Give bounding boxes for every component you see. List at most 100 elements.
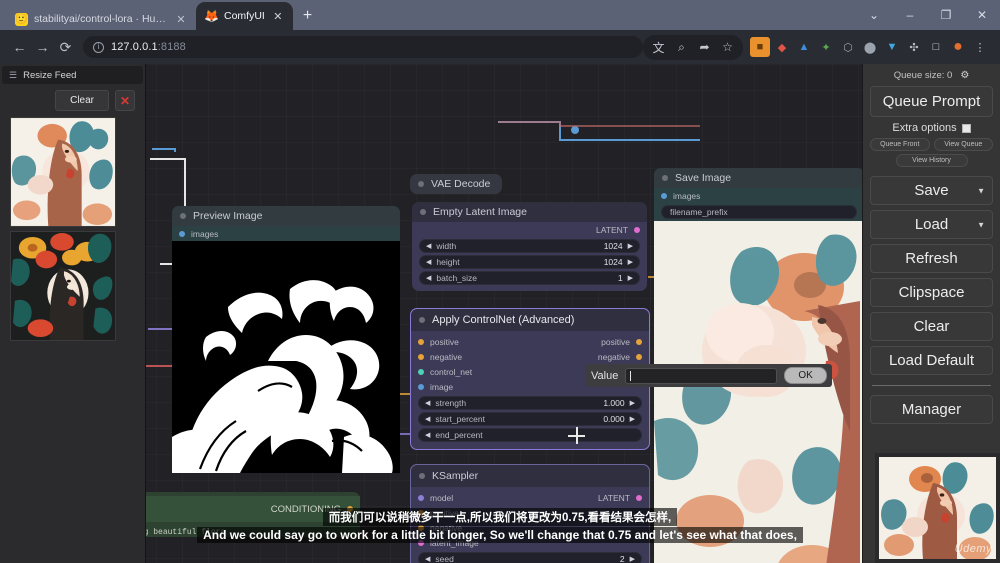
widget-filename-prefix[interactable]: filename_prefix [661, 205, 857, 219]
node-input-images[interactable]: images [172, 226, 400, 241]
close-icon[interactable]: ✕ [964, 0, 1000, 30]
maximize-icon[interactable]: ❐ [928, 0, 964, 30]
node-collapse-dot[interactable] [180, 213, 186, 219]
new-tab-button[interactable]: + [293, 7, 322, 28]
value-prompt-dialog[interactable]: Value OK [586, 364, 832, 387]
view-queue-button[interactable]: View Queue [933, 138, 993, 151]
input-dot-icon[interactable] [661, 192, 667, 199]
close-icon[interactable]: ✕ [174, 13, 188, 26]
increment-icon[interactable]: ▶ [628, 258, 633, 266]
input-dot-icon[interactable] [179, 230, 185, 237]
ksampler-slot-model[interactable]: model LATENT [411, 490, 649, 505]
output-dot-icon[interactable] [634, 226, 640, 233]
feed-thumb-2[interactable] [10, 231, 116, 341]
ok-button[interactable]: OK [784, 367, 827, 384]
increment-icon[interactable]: ▶ [628, 274, 633, 282]
shield-icon[interactable]: ⬡ [838, 37, 858, 57]
feed-header[interactable]: ☰ Resize Feed [2, 66, 143, 84]
increment-icon[interactable]: ▶ [630, 555, 635, 563]
gear-icon[interactable]: ⚙ [960, 70, 969, 81]
minimize-icon[interactable]: – [892, 0, 928, 30]
output-dot-icon[interactable] [636, 353, 642, 360]
decrement-icon[interactable]: ◀ [425, 415, 430, 423]
bookmark-star-icon[interactable]: ☆ [717, 37, 738, 58]
more-menu-icon[interactable]: ⋮ [970, 37, 990, 57]
browser-tab-huggingface[interactable]: 🙂 stabilityai/control-lora · Hugging Fac… [6, 6, 196, 32]
close-icon[interactable]: ✕ [271, 10, 285, 23]
input-dot-icon[interactable] [418, 338, 424, 345]
load-button[interactable]: Load ▼ [870, 210, 993, 239]
google-drive-icon[interactable]: ▲ [794, 37, 814, 57]
node-header[interactable]: Preview Image [172, 206, 400, 226]
node-collapse-dot[interactable] [420, 209, 426, 215]
node-vae-decode[interactable]: VAE Decode [410, 174, 502, 194]
node-collapse-dot[interactable] [419, 317, 425, 323]
node-collapse-dot[interactable] [419, 473, 425, 479]
extra-options-row[interactable]: Extra options [870, 122, 993, 134]
queue-front-button[interactable]: Queue Front [870, 138, 930, 151]
controlnet-slot-positive[interactable]: positive positive [411, 334, 649, 349]
extra-options-checkbox[interactable] [961, 123, 971, 133]
extension-orange-icon[interactable]: ■ [750, 37, 770, 57]
value-input[interactable] [625, 367, 778, 384]
widget-start-percent[interactable]: ◀ start_percent 0.000 ▶ [418, 412, 642, 426]
manager-button[interactable]: Manager [870, 395, 993, 424]
node-header[interactable]: Apply ControlNet (Advanced) [411, 309, 649, 331]
browser-tab-comfyui[interactable]: 🦊 ComfyUI ✕ [196, 2, 293, 30]
node-header[interactable]: KSampler [411, 465, 649, 487]
translate-icon[interactable]: 文 [648, 37, 669, 58]
input-dot-icon[interactable] [418, 353, 424, 360]
chevron-down-icon[interactable]: ▼ [977, 220, 985, 229]
share-icon[interactable]: ➦ [694, 37, 715, 58]
tab-search-chevron-icon[interactable]: ⌄ [856, 0, 892, 30]
node-empty-latent-image[interactable]: Empty Latent Image LATENT ◀ width 1024 ▶… [412, 202, 647, 291]
feed-close-button[interactable]: ✕ [115, 90, 135, 111]
increment-icon[interactable]: ▶ [630, 415, 635, 423]
extension-colorful-icon[interactable]: ✦ [816, 37, 836, 57]
node-header[interactable]: Empty Latent Image [412, 202, 647, 222]
load-default-button[interactable]: Load Default [870, 346, 993, 375]
queue-prompt-button[interactable]: Queue Prompt [870, 86, 993, 117]
decrement-icon[interactable]: ◀ [426, 258, 431, 266]
input-dot-icon[interactable] [418, 368, 424, 375]
node-collapse-dot[interactable] [418, 181, 424, 187]
widget-height[interactable]: ◀ height 1024 ▶ [419, 255, 640, 269]
node-output-latent[interactable]: LATENT [412, 222, 647, 237]
input-dot-icon[interactable] [418, 494, 424, 501]
clipspace-button[interactable]: Clipspace [870, 278, 993, 307]
site-info-icon[interactable]: i [93, 41, 104, 53]
node-header[interactable]: VAE Decode [410, 174, 502, 194]
output-dot-icon[interactable] [636, 494, 642, 501]
output-dot-icon[interactable] [636, 338, 642, 345]
node-preview-image[interactable]: Preview Image images [172, 206, 400, 473]
diamond-icon[interactable]: ▼ [882, 37, 902, 57]
refresh-button[interactable]: Refresh [870, 244, 993, 273]
globe-icon[interactable]: ⬤ [860, 37, 880, 57]
widget-seed[interactable]: ◀ seed 2 ▶ [418, 552, 642, 563]
zoom-out-icon[interactable]: ⌕ [671, 37, 692, 58]
feed-thumb-1[interactable] [10, 117, 116, 227]
forward-button[interactable]: → [31, 34, 54, 60]
widget-batch-size[interactable]: ◀ batch_size 1 ▶ [419, 271, 640, 285]
back-button[interactable]: ← [8, 34, 31, 60]
puzzle-icon[interactable]: ✣ [904, 37, 924, 57]
node-header[interactable]: Save Image [654, 168, 864, 188]
view-history-button[interactable]: View History [895, 154, 968, 167]
increment-icon[interactable]: ▶ [628, 242, 633, 250]
decrement-icon[interactable]: ◀ [426, 242, 431, 250]
widget-strength[interactable]: ◀ strength 1.000 ▶ [418, 396, 642, 410]
controlnet-slot-negative[interactable]: negative negative [411, 349, 649, 364]
reload-button[interactable]: ⟳ [54, 34, 77, 60]
profile-avatar[interactable]: ● [948, 37, 968, 57]
decrement-icon[interactable]: ◀ [425, 555, 430, 563]
decrement-icon[interactable]: ◀ [425, 431, 430, 439]
widget-end-percent[interactable]: ◀ end_percent [418, 428, 642, 442]
chevron-down-icon[interactable]: ▼ [977, 186, 985, 195]
increment-icon[interactable]: ▶ [630, 399, 635, 407]
node-input-images[interactable]: images [654, 188, 864, 203]
sidepanel-icon[interactable]: □ [926, 37, 946, 57]
input-dot-icon[interactable] [418, 383, 424, 390]
extension-eraser-icon[interactable]: ◆ [772, 37, 792, 57]
resize-feed-panel[interactable]: ☰ Resize Feed Clear ✕ [0, 64, 146, 563]
clear-button[interactable]: Clear [870, 312, 993, 341]
